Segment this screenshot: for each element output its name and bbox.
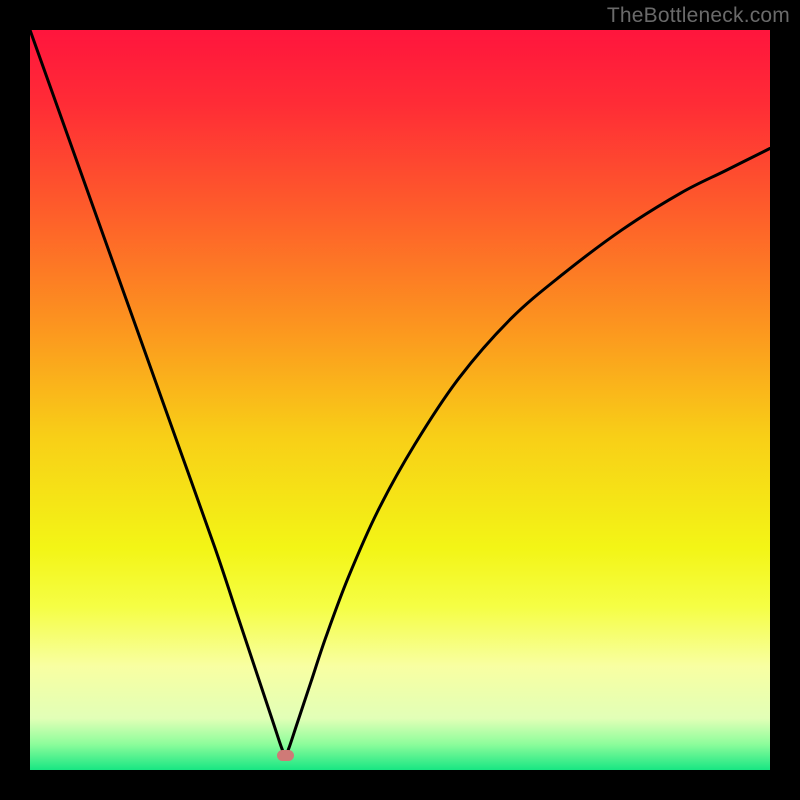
optimal-point-marker (277, 750, 294, 761)
chart-svg (30, 30, 770, 770)
watermark-text: TheBottleneck.com (607, 4, 790, 28)
plot-area (30, 30, 770, 770)
gradient-background (30, 30, 770, 770)
chart-frame: TheBottleneck.com (0, 0, 800, 800)
